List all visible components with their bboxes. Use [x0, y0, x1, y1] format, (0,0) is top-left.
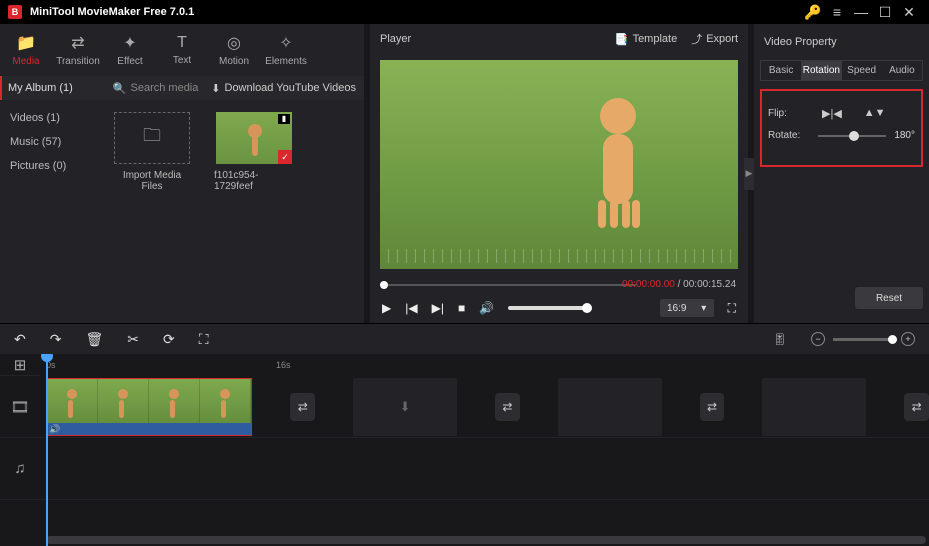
aspect-ratio-select[interactable]: 16:9▾ — [660, 299, 714, 317]
elements-icon: ✧ — [279, 33, 292, 53]
play-button[interactable]: ▶ — [382, 301, 391, 315]
transition-icon: ⇄ — [71, 33, 84, 53]
rotate-value: 180° — [894, 130, 915, 141]
delete-button[interactable]: 🗑 — [85, 331, 103, 348]
tab-elements[interactable]: ✧Elements — [260, 24, 312, 76]
sidebar-item-pictures[interactable]: Pictures (0) — [0, 154, 100, 178]
volume-slider[interactable] — [508, 306, 588, 310]
rotate-label: Rotate: — [768, 130, 810, 141]
seek-handle[interactable] — [380, 281, 388, 289]
app-logo: B — [8, 5, 22, 19]
transition-slot[interactable]: ⇄ — [904, 393, 929, 421]
download-icon: ⬇ — [211, 82, 220, 95]
rotation-panel-highlight: Flip: ▶|◀ ▲▼ Rotate: 180° — [760, 89, 923, 167]
tab-motion[interactable]: ◎Motion — [208, 24, 260, 76]
panel-collapse-handle[interactable]: ▶ — [744, 158, 754, 190]
props-title: Video Property — [760, 32, 923, 60]
tab-transition[interactable]: ⇄Transition — [52, 24, 104, 76]
folder-icon: 🗀 — [143, 123, 161, 153]
audio-track-icon: ♫ — [0, 438, 40, 500]
media-clip-thumbnail[interactable]: ▮ ✓ — [216, 112, 292, 164]
export-button[interactable]: ⤴Export — [691, 31, 738, 47]
timeline-clip[interactable]: 🔊 — [46, 378, 252, 436]
license-key-icon[interactable]: 🔑 — [801, 0, 825, 24]
search-input[interactable]: 🔍Search media — [113, 82, 199, 95]
transition-slot[interactable]: ⇄ — [495, 393, 520, 421]
album-label[interactable]: My Album (1) — [8, 82, 73, 94]
template-icon: 📑 — [615, 33, 629, 46]
video-track-icon: 🎞 — [0, 376, 40, 438]
effect-icon: ✦ — [123, 33, 136, 53]
search-icon: 🔍 — [113, 82, 127, 95]
zoom-slider[interactable] — [833, 338, 893, 341]
volume-icon[interactable]: 🔊 — [479, 301, 494, 315]
next-frame-button[interactable]: ▶| — [432, 301, 444, 315]
video-badge-icon: ▮ — [278, 114, 290, 124]
seek-track[interactable] — [382, 284, 636, 286]
timeline-audio-icon[interactable]: 🎚 — [773, 333, 787, 346]
sidebar-item-videos[interactable]: Videos (1) — [0, 106, 100, 130]
minimize-icon[interactable]: — — [849, 0, 873, 24]
redo-button[interactable]: ↷ — [50, 331, 62, 348]
video-preview — [380, 60, 738, 269]
speed-button[interactable]: ⟳ — [163, 331, 175, 348]
time-current: 00:00:00.00 — [622, 279, 675, 290]
folder-icon: 📁 — [16, 33, 36, 53]
fullscreen-button[interactable]: ⛶ — [728, 301, 736, 316]
template-button[interactable]: 📑Template — [615, 33, 677, 46]
zoom-out-button[interactable]: − — [811, 332, 825, 346]
time-total: / — [675, 279, 683, 290]
horizontal-scrollbar[interactable] — [46, 536, 926, 544]
tab-basic[interactable]: Basic — [761, 61, 801, 80]
reset-button[interactable]: Reset — [855, 287, 923, 309]
clip-audio-icon: 🔊 — [49, 424, 60, 435]
empty-clip-slot[interactable] — [762, 378, 866, 436]
import-media-button[interactable]: 🗀 — [114, 112, 190, 164]
crop-button[interactable]: ⛶ — [199, 331, 209, 348]
sidebar-item-music[interactable]: Music (57) — [0, 130, 100, 154]
tab-media[interactable]: 📁Media — [0, 24, 52, 76]
text-icon: T — [177, 34, 187, 52]
flip-vertical-button[interactable]: ▲▼ — [864, 107, 886, 120]
split-button[interactable]: ✂ — [127, 331, 139, 348]
download-youtube-button[interactable]: ⬇Download YouTube Videos — [211, 82, 356, 95]
undo-button[interactable]: ↶ — [14, 331, 26, 348]
empty-clip-slot[interactable]: ⬇ — [353, 378, 457, 436]
tab-text[interactable]: TText — [156, 24, 208, 76]
tab-speed[interactable]: Speed — [842, 61, 882, 80]
playhead[interactable] — [46, 354, 48, 546]
prev-frame-button[interactable]: |◀ — [405, 301, 417, 315]
audio-track[interactable] — [40, 438, 929, 500]
tab-audio[interactable]: Audio — [882, 61, 922, 80]
transition-slot[interactable]: ⇄ — [290, 393, 315, 421]
menu-icon[interactable]: ≡ — [825, 0, 849, 24]
rotate-slider[interactable] — [818, 135, 886, 137]
empty-clip-slot[interactable] — [558, 378, 662, 436]
chevron-down-icon: ▾ — [701, 303, 706, 314]
zoom-in-button[interactable]: + — [901, 332, 915, 346]
maximize-icon[interactable]: ☐ — [873, 0, 897, 24]
check-icon: ✓ — [278, 150, 292, 164]
stop-button[interactable]: ■ — [458, 301, 465, 315]
export-icon: ⤴ — [691, 31, 702, 47]
motion-icon: ◎ — [227, 33, 241, 53]
import-label: Import Media Files — [112, 170, 192, 192]
clip-filename: f101c954-1729feef — [214, 170, 294, 192]
time-ruler[interactable]: 0s 16s — [40, 354, 929, 376]
close-icon[interactable]: ✕ — [897, 0, 921, 24]
add-track-button[interactable]: ⊞ — [0, 354, 40, 376]
transition-slot[interactable]: ⇄ — [700, 393, 725, 421]
app-title: MiniTool MovieMaker Free 7.0.1 — [30, 6, 194, 18]
flip-label: Flip: — [768, 108, 810, 119]
tab-rotation[interactable]: Rotation — [801, 61, 841, 80]
rotate-slider-handle[interactable] — [849, 131, 859, 141]
player-title: Player — [380, 33, 411, 45]
flip-horizontal-button[interactable]: ▶|◀ — [822, 107, 842, 120]
tab-effect[interactable]: ✦Effect — [104, 24, 156, 76]
